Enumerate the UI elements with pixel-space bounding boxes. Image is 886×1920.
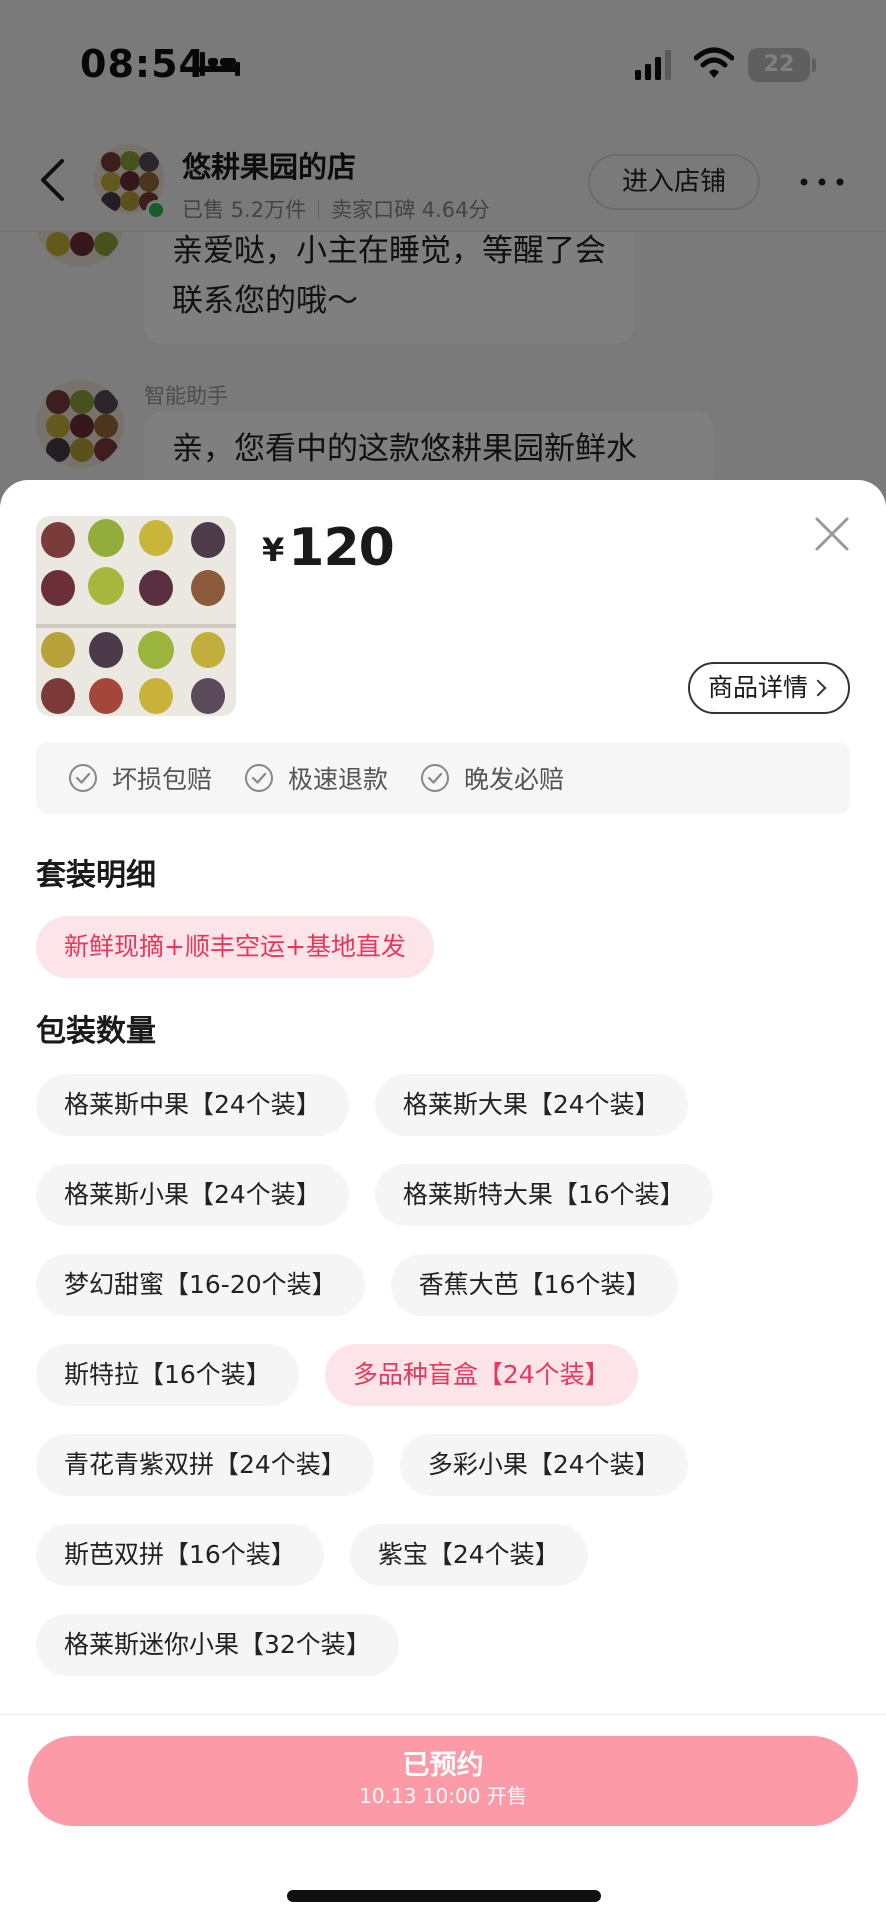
product-detail-button[interactable]: 商品详情: [688, 662, 850, 714]
check-circle-icon: [69, 764, 97, 792]
close-icon[interactable]: [814, 516, 850, 552]
package-detail-title: 套装明细: [36, 858, 156, 893]
check-circle-icon: [245, 764, 274, 792]
price-value: 120: [288, 518, 395, 578]
product-detail-label: 商品详情: [708, 673, 809, 702]
quantity-option[interactable]: 多彩小果【24个装】: [399, 1434, 688, 1496]
product-image[interactable]: [36, 516, 236, 716]
guarantee-label: 坏损包赔: [112, 765, 213, 794]
product-price: ¥120: [262, 518, 395, 578]
quantity-option[interactable]: 格莱斯小果【24个装】: [36, 1164, 349, 1226]
guarantee-item: 坏损包赔: [68, 760, 212, 796]
footer-divider: [0, 1714, 886, 1715]
reserved-button[interactable]: 已预约 10.13 10:00 开售: [28, 1736, 858, 1826]
quantity-option[interactable]: 格莱斯特大果【16个装】: [374, 1164, 713, 1226]
quantity-option[interactable]: 紫宝【24个装】: [349, 1524, 588, 1586]
quantity-row: 格莱斯小果【24个装】 格莱斯特大果【16个装】: [36, 1164, 739, 1226]
guarantee-item: 极速退款: [244, 760, 388, 796]
quantity-row: 青花青紫双拼【24个装】 多彩小果【24个装】: [36, 1434, 714, 1496]
quantity-row: 斯特拉【16个装】 多品种盲盒【24个装】: [36, 1344, 664, 1406]
currency-symbol: ¥: [262, 531, 285, 569]
quantity-row: 梦幻甜蜜【16-20个装】 香蕉大芭【16个装】: [36, 1254, 704, 1316]
guarantee-item: 晚发必赔: [420, 760, 564, 796]
sku-selection-sheet: ¥120 商品详情 坏损包赔 极速退款 晚发必赔 套装明细 新鲜现摘+顺丰空运+…: [0, 480, 886, 1920]
quantity-option[interactable]: 梦幻甜蜜【16-20个装】: [36, 1254, 365, 1316]
quantity-row: 格莱斯迷你小果【32个装】: [36, 1614, 425, 1676]
home-indicator[interactable]: [287, 1890, 601, 1902]
check-circle-icon: [421, 764, 450, 792]
quantity-title: 包装数量: [36, 1014, 156, 1049]
guarantee-label: 极速退款: [288, 765, 389, 794]
quantity-option[interactable]: 斯芭双拼【16个装】: [36, 1524, 324, 1586]
quantity-option[interactable]: 格莱斯大果【24个装】: [374, 1074, 688, 1136]
quantity-row: 斯芭双拼【16个装】 紫宝【24个装】: [36, 1524, 614, 1586]
package-detail-options: 新鲜现摘+顺丰空运+基地直发: [36, 916, 460, 978]
sale-time-label: 10.13 10:00 开售: [359, 1784, 527, 1808]
guarantee-label: 晚发必赔: [464, 765, 565, 794]
quantity-option[interactable]: 斯特拉【16个装】: [36, 1344, 299, 1406]
quantity-option[interactable]: 香蕉大芭【16个装】: [390, 1254, 679, 1316]
reserved-label: 已预约: [402, 1750, 484, 1781]
service-guarantees: 坏损包赔 极速退款 晚发必赔: [36, 742, 850, 814]
chevron-right-icon: [809, 679, 827, 697]
quantity-option[interactable]: 格莱斯迷你小果【32个装】: [36, 1614, 399, 1676]
quantity-option[interactable]: 青花青紫双拼【24个装】: [36, 1434, 374, 1496]
package-detail-chip[interactable]: 新鲜现摘+顺丰空运+基地直发: [36, 916, 434, 978]
quantity-option[interactable]: 格莱斯中果【24个装】: [36, 1074, 349, 1136]
quantity-row: 格莱斯中果【24个装】 格莱斯大果【24个装】: [36, 1074, 714, 1136]
quantity-option-selected[interactable]: 多品种盲盒【24个装】: [324, 1344, 638, 1406]
